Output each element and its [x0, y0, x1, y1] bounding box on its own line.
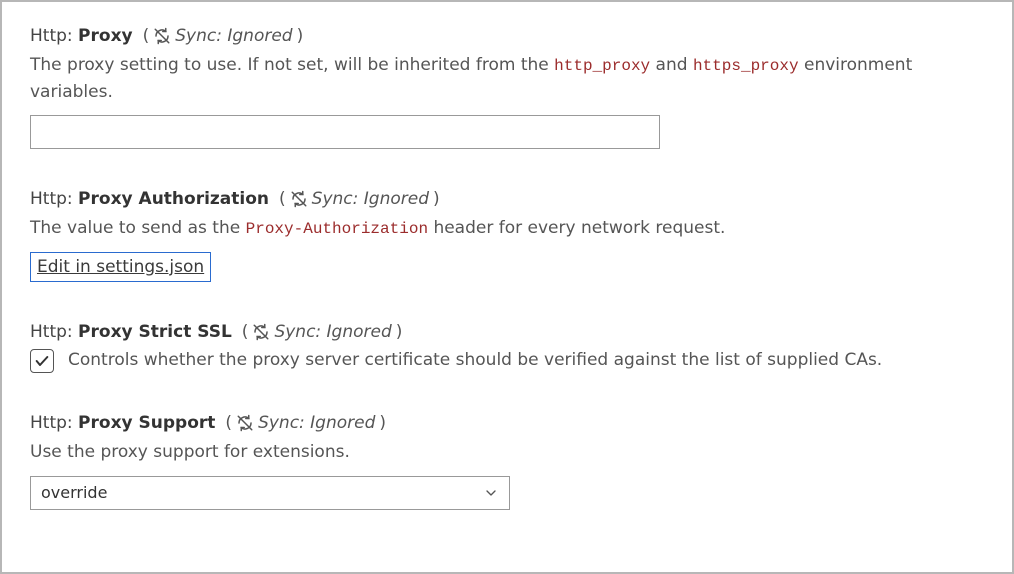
- proxy-strict-ssl-checkbox[interactable]: [30, 349, 54, 373]
- setting-http-proxy-support: Http: Proxy Support ( Sync: Ignored ) Us…: [30, 413, 984, 509]
- setting-description: Controls whether the proxy server certif…: [68, 348, 882, 374]
- setting-category: Http:: [30, 26, 73, 46]
- setting-category: Http:: [30, 322, 73, 342]
- setting-http-proxy-strict-ssl: Http: Proxy Strict SSL ( Sync: Ignored ): [30, 322, 984, 374]
- sync-ignored-icon: [153, 27, 171, 45]
- settings-panel: Http: Proxy ( Sync: Ignored ) The proxy …: [0, 0, 1014, 574]
- sync-ignored-icon: [252, 323, 270, 341]
- title-text: Http: Proxy Strict SSL: [30, 322, 232, 342]
- setting-name: Proxy Authorization: [78, 189, 269, 209]
- title-text: Http: Proxy Authorization: [30, 189, 269, 209]
- sync-ignored-badge: ( Sync: Ignored ): [225, 413, 386, 433]
- sync-ignored-badge: ( Sync: Ignored ): [143, 26, 304, 46]
- title-text: Http: Proxy Support: [30, 413, 215, 433]
- setting-title: Http: Proxy ( Sync: Ignored ): [30, 26, 984, 46]
- setting-name: Proxy Support: [78, 413, 215, 433]
- check-icon: [34, 353, 50, 369]
- sync-ignored-label: Sync: Ignored: [312, 189, 429, 209]
- setting-description: The value to send as the Proxy-Authoriza…: [30, 215, 984, 242]
- sync-ignored-label: Sync: Ignored: [175, 26, 292, 46]
- sync-ignored-icon: [290, 190, 308, 208]
- proxy-support-select[interactable]: override: [30, 476, 510, 510]
- setting-description: The proxy setting to use. If not set, wi…: [30, 52, 984, 105]
- setting-http-proxy: Http: Proxy ( Sync: Ignored ) The proxy …: [30, 26, 984, 149]
- sync-ignored-badge: ( Sync: Ignored ): [279, 189, 440, 209]
- setting-description: Use the proxy support for extensions.: [30, 439, 984, 465]
- setting-category: Http:: [30, 189, 73, 209]
- code-proxy-authorization: Proxy-Authorization: [246, 220, 428, 238]
- setting-title: Http: Proxy Support ( Sync: Ignored ): [30, 413, 984, 433]
- checkbox-row: Controls whether the proxy server certif…: [30, 348, 984, 374]
- select-value: override: [41, 483, 107, 502]
- sync-ignored-label: Sync: Ignored: [274, 322, 391, 342]
- code-http-proxy: http_proxy: [554, 57, 650, 75]
- setting-title: Http: Proxy Strict SSL ( Sync: Ignored ): [30, 322, 984, 342]
- sync-ignored-label: Sync: Ignored: [258, 413, 375, 433]
- setting-category: Http:: [30, 413, 73, 433]
- sync-ignored-icon: [236, 414, 254, 432]
- setting-name: Proxy: [78, 26, 133, 46]
- sync-ignored-badge: ( Sync: Ignored ): [242, 322, 403, 342]
- edit-in-settings-json-link[interactable]: Edit in settings.json: [30, 252, 211, 282]
- code-https-proxy: https_proxy: [693, 57, 799, 75]
- title-text: Http: Proxy: [30, 26, 133, 46]
- chevron-down-icon: [483, 485, 499, 501]
- setting-name: Proxy Strict SSL: [78, 322, 232, 342]
- setting-title: Http: Proxy Authorization ( Sync: Ignore…: [30, 189, 984, 209]
- proxy-input[interactable]: [30, 115, 660, 149]
- setting-http-proxy-authorization: Http: Proxy Authorization ( Sync: Ignore…: [30, 189, 984, 282]
